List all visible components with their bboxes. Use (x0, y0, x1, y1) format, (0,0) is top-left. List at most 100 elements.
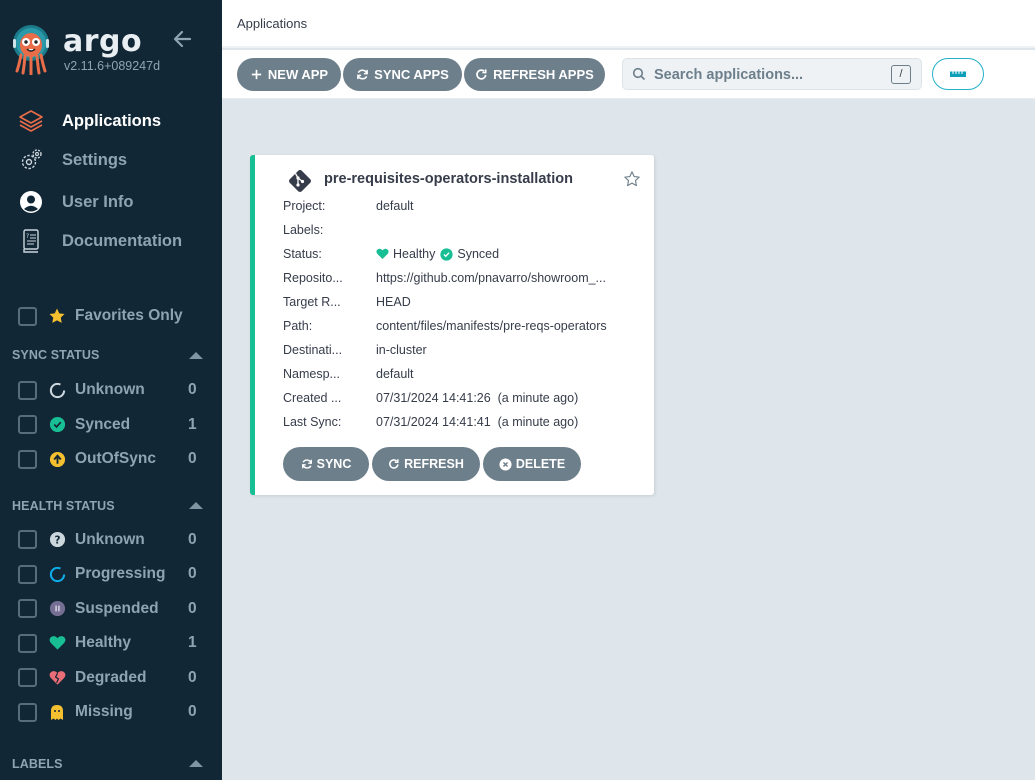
field-key: Project: (283, 199, 326, 213)
filter-count: 1 (188, 415, 197, 433)
caret-up-icon[interactable] (189, 502, 203, 509)
ruler-icon (950, 71, 966, 77)
git-icon (289, 170, 311, 192)
labels-header[interactable]: LABELS (0, 749, 222, 779)
health-status-list: ? Unknown 0 Progressing 0 Suspended 0 He… (0, 523, 222, 730)
plus-icon (251, 69, 262, 80)
field-value: HEAD (376, 295, 411, 309)
filter-health-degraded[interactable]: Degraded 0 (0, 661, 222, 696)
application-card[interactable]: pre-requisites-operators-installation Pr… (250, 155, 654, 495)
field-value: default (376, 367, 414, 381)
filter-count: 0 (188, 565, 197, 583)
sync-status-list: Unknown 0 Synced 1 OutOfSync 0 (0, 373, 222, 477)
field-key: Last Sync: (283, 415, 342, 429)
refresh-icon (389, 459, 399, 469)
search-icon (632, 67, 646, 81)
filter-label: Unknown (75, 530, 145, 548)
app-name[interactable]: pre-requisites-operators-installation (324, 171, 573, 187)
caret-up-icon[interactable] (189, 760, 203, 767)
nav-item-user-info[interactable]: User Info (0, 180, 222, 224)
question-circle-icon: ? (48, 531, 66, 549)
ghost-icon (48, 703, 66, 721)
refresh-label: REFRESH (404, 457, 464, 471)
delete-label: DELETE (515, 457, 566, 471)
main-nav: Applications Settings User Info ? Docume… (0, 102, 222, 258)
favorite-star-icon[interactable] (623, 170, 641, 188)
nav-label: Settings (62, 150, 128, 169)
new-app-button[interactable]: NEW APP (237, 58, 341, 91)
sync-status-text: Synced (457, 247, 500, 261)
section-title: SYNC STATUS (12, 348, 100, 362)
filter-checkbox[interactable] (18, 530, 37, 550)
favorites-checkbox[interactable] (18, 306, 37, 326)
filter-sync-synced[interactable]: Synced 1 (0, 408, 222, 443)
nav-item-settings[interactable]: Settings (0, 140, 222, 180)
filter-sync-outofsync[interactable]: OutOfSync 0 (0, 442, 222, 477)
filter-count: 0 (188, 599, 197, 617)
search-shortcut-key: / (891, 65, 911, 84)
collapse-sidebar-arrow-icon[interactable] (172, 28, 194, 50)
filter-health-healthy[interactable]: Healthy 1 (0, 626, 222, 661)
circle-notch-icon (48, 381, 66, 399)
sync-label: SYNC (316, 457, 352, 471)
heart-broken-icon (48, 669, 66, 687)
field-value: in-cluster (376, 343, 427, 357)
field-key: Path: (283, 319, 313, 333)
caret-up-icon[interactable] (189, 351, 203, 359)
filter-checkbox[interactable] (18, 415, 37, 435)
status-values: Healthy Synced (376, 247, 499, 261)
app-delete-button[interactable]: DELETE (483, 447, 581, 481)
book-icon: ? (18, 228, 44, 254)
refresh-apps-button[interactable]: REFRESH APPS (464, 58, 605, 91)
user-circle-icon (18, 189, 44, 215)
refresh-icon (476, 69, 487, 80)
filter-checkbox[interactable] (18, 668, 37, 688)
health-status-header[interactable]: HEALTH STATUS (0, 491, 222, 521)
filter-label: OutOfSync (75, 450, 156, 468)
search-placeholder: Search applications... (654, 67, 804, 83)
filter-checkbox[interactable] (18, 599, 37, 619)
filter-label: Healthy (75, 634, 131, 652)
search-input[interactable]: Search applications... / (622, 58, 922, 90)
heart-icon (48, 634, 66, 652)
sync-status-header[interactable]: SYNC STATUS (0, 340, 222, 370)
filter-count: 0 (188, 530, 197, 548)
sync-icon (301, 459, 312, 469)
filter-health-suspended[interactable]: Suspended 0 (0, 592, 222, 627)
refresh-apps-label: REFRESH APPS (493, 67, 594, 82)
check-circle-icon (440, 247, 454, 261)
gears-icon (18, 147, 44, 173)
filter-count: 0 (188, 381, 197, 399)
field-value[interactable]: https://github.com/pnavarro/showroom_... (376, 271, 606, 285)
nav-item-applications[interactable]: Applications (0, 102, 222, 140)
filter-checkbox[interactable] (18, 633, 37, 653)
filter-sync-unknown[interactable]: Unknown 0 (0, 373, 222, 408)
sync-apps-button[interactable]: SYNC APPS (343, 58, 462, 91)
filter-label: Unknown (75, 381, 145, 399)
filter-label: Missing (75, 703, 133, 721)
filter-count: 1 (188, 634, 197, 652)
filter-checkbox[interactable] (18, 702, 37, 722)
app-sync-button[interactable]: SYNC (283, 447, 369, 481)
check-circle-icon (48, 416, 66, 434)
section-title: LABELS (12, 756, 63, 771)
favorites-only-filter[interactable]: Favorites Only (0, 298, 222, 334)
logo-text: argo (63, 24, 143, 59)
view-toggle-button[interactable] (932, 58, 984, 90)
circle-notch-icon (48, 565, 66, 583)
filter-checkbox[interactable] (18, 564, 37, 584)
field-key: Reposito... (283, 271, 343, 285)
filter-count: 0 (188, 703, 197, 721)
filter-checkbox[interactable] (18, 449, 37, 469)
filter-health-unknown[interactable]: ? Unknown 0 (0, 523, 222, 558)
app-refresh-button[interactable]: REFRESH (372, 447, 480, 481)
nav-label: User Info (62, 192, 134, 211)
filter-health-progressing[interactable]: Progressing 0 (0, 557, 222, 592)
nav-item-documentation[interactable]: ? Documentation (0, 224, 222, 258)
field-key: Destinati... (283, 343, 343, 357)
top-bar: Applications (222, 0, 1035, 48)
filter-label: Degraded (75, 668, 147, 686)
filter-checkbox[interactable] (18, 380, 37, 400)
filter-health-missing[interactable]: Missing 0 (0, 695, 222, 730)
layers-icon (18, 108, 44, 134)
